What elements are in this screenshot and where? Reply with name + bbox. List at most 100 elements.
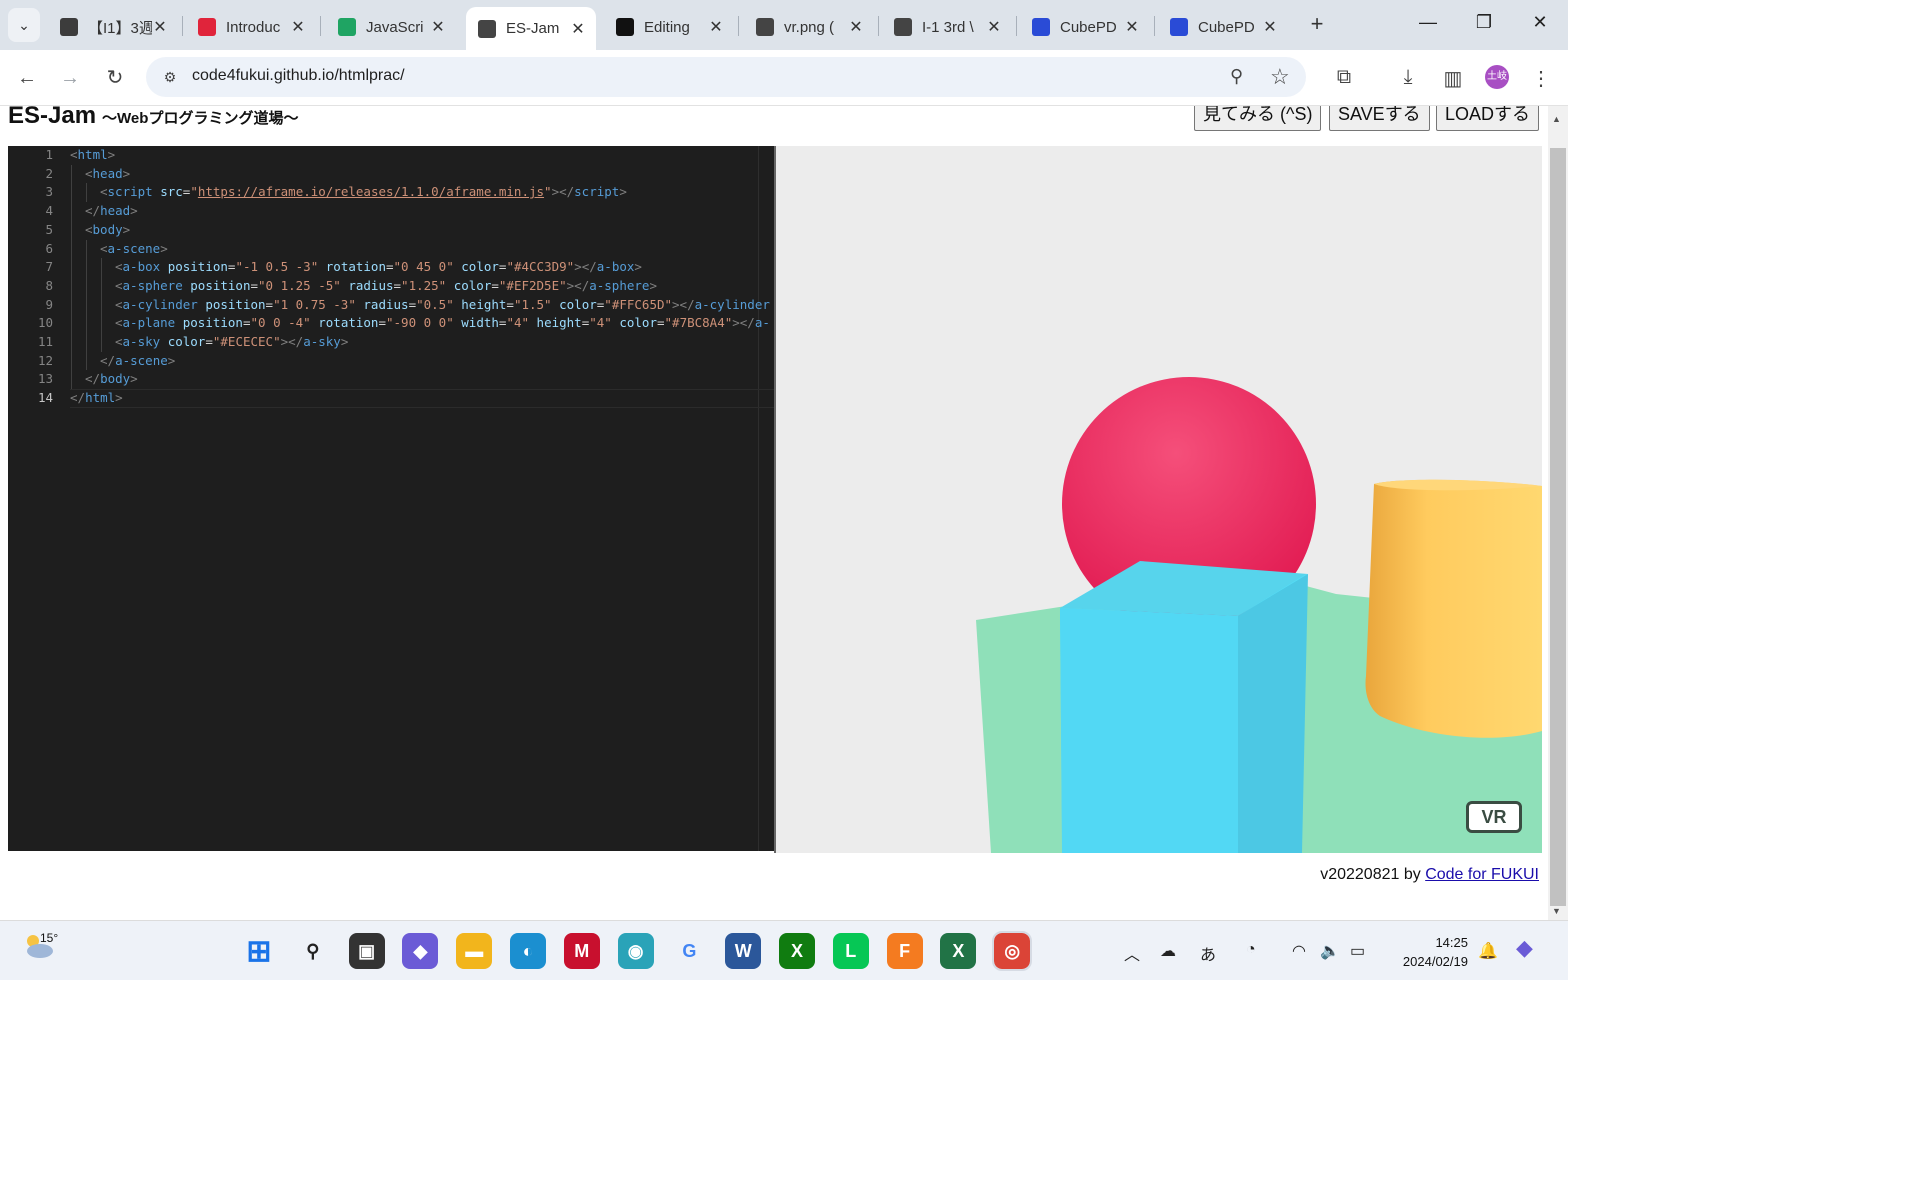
browser-tab[interactable]: CubePD ✕ <box>1020 7 1150 47</box>
code-editor[interactable]: 1 <html> 2 <head> 3 <script src="https://afra… <box>8 146 774 851</box>
battery-icon[interactable]: ▭ <box>1350 941 1365 961</box>
browser-tab[interactable]: JavaScri ✕ <box>326 7 456 47</box>
code-token: </ <box>85 203 101 219</box>
code-line[interactable]: 9 <a-cylinder position="1 0.75 -3" radius… <box>8 296 774 315</box>
wifi-icon[interactable]: ◠ <box>1292 941 1306 961</box>
extensions-icon[interactable]: ⧉ <box>1331 66 1357 89</box>
code-token: ></ <box>551 184 575 200</box>
browser-tab[interactable]: vr.png (✕ <box>744 7 874 47</box>
word-icon[interactable]: W <box>725 933 762 969</box>
tab-close-icon[interactable]: ✕ <box>1124 17 1140 37</box>
tab-close-icon[interactable]: ✕ <box>570 19 586 39</box>
scroll-thumb[interactable] <box>1550 148 1566 906</box>
code-line[interactable]: 1 <html> <box>8 146 774 165</box>
load-button[interactable]: LOADする <box>1436 106 1540 131</box>
view-button[interactable]: 見てみる (^S) <box>1194 106 1322 131</box>
code-text: <a-box position="-1 0.5 -3" rotation="0 … <box>115 258 642 277</box>
back-icon[interactable]: ← <box>13 64 41 92</box>
browser-tab[interactable]: CubePD ✕ <box>1158 7 1288 47</box>
code-line[interactable]: 2 <head> <box>8 165 774 184</box>
vr-preview[interactable]: VR <box>776 146 1542 853</box>
browser-tab[interactable]: I-1 3rd \ ✕ <box>882 7 1012 47</box>
tab-close-icon[interactable]: ✕ <box>152 17 168 37</box>
restore-icon[interactable]: ❐ <box>1464 12 1504 33</box>
onedrive-icon[interactable]: ☁ <box>1160 941 1176 961</box>
browser-tab[interactable]: 【I1】3週 ✕ <box>48 7 178 47</box>
reload-icon[interactable]: ↻ <box>101 64 129 92</box>
weather-widget[interactable]: 15° <box>24 931 58 966</box>
footer-link[interactable]: Code for FUKUI <box>1425 866 1539 883</box>
code-token: position <box>190 277 251 293</box>
code-line[interactable]: 11 <a-sky color="#ECECEC"></a-sky> <box>8 333 774 352</box>
browser-tab[interactable]: ES-Jam ✕ <box>466 7 596 50</box>
copilot-icon[interactable]: ◆ <box>402 933 439 969</box>
file-explorer-icon[interactable]: ▬ <box>456 933 493 969</box>
code-line[interactable]: 7 <a-box position="-1 0.5 -3" rotation="0… <box>8 258 774 277</box>
google-icon[interactable]: G <box>671 933 707 969</box>
code-token: = <box>506 296 514 312</box>
code-token: < <box>100 184 108 200</box>
profile-avatar[interactable]: 土岐 <box>1485 65 1509 89</box>
code-line[interactable]: 13 </body> <box>8 370 774 389</box>
page-scrollbar[interactable]: ▲ ▼ <box>1548 106 1568 920</box>
line-number: 12 <box>37 352 53 368</box>
forward-icon[interactable]: → <box>56 64 84 92</box>
code-token: > <box>160 240 168 256</box>
code-token: ></ <box>732 315 755 331</box>
line-number: 11 <box>37 334 53 349</box>
task-view-icon[interactable]: ▣ <box>348 933 385 969</box>
browser-tab[interactable]: Introduc ✕ <box>186 7 316 47</box>
code-line[interactable]: 14 </html> <box>8 389 774 408</box>
code-line[interactable]: 12 </a-scene> <box>8 352 774 371</box>
fusion-icon[interactable]: F <box>886 933 923 969</box>
new-tab-button[interactable]: + <box>1304 12 1330 38</box>
url-text[interactable]: code4fukui.github.io/htmlprac/ <box>192 67 405 85</box>
address-bar[interactable]: ⚙ code4fukui.github.io/htmlprac/ ⚲ ☆ <box>146 57 1306 97</box>
chrome-icon[interactable]: ◎ <box>992 931 1033 971</box>
code-line[interactable]: 6 <a-scene> <box>8 240 774 259</box>
tab-close-icon[interactable]: ✕ <box>986 17 1002 37</box>
code-line[interactable]: 3 <script src="https://aframe.io/releases… <box>8 183 774 202</box>
tab-close-icon[interactable]: ✕ <box>708 17 724 37</box>
code-line[interactable]: 8 <a-sphere position="0 1.25 -5" radius="… <box>8 277 774 296</box>
tab-close-icon[interactable]: ✕ <box>1262 17 1278 37</box>
tray-overflow-icon[interactable]: ︿ <box>1124 941 1140 965</box>
edge-icon[interactable]: ◐ <box>510 933 546 969</box>
excel-icon[interactable]: X <box>940 933 977 969</box>
tab-search-button[interactable]: ⌄ <box>8 8 40 42</box>
browser-tab[interactable]: Editing ✕ <box>604 7 734 47</box>
code-line[interactable]: 4 </head> <box>8 202 774 221</box>
scroll-down-icon[interactable]: ▼ <box>1552 906 1561 916</box>
vr-mode-button[interactable]: VR <box>1466 801 1522 833</box>
tab-close-icon[interactable]: ✕ <box>290 17 306 37</box>
code-line[interactable]: 5 <body> <box>8 221 774 240</box>
scroll-up-icon[interactable]: ▲ <box>1552 114 1561 124</box>
search-icon[interactable]: ⚲ <box>295 933 331 969</box>
save-button[interactable]: SAVEする <box>1329 106 1430 131</box>
remote-icon[interactable]: ◉ <box>617 933 654 969</box>
close-window-icon[interactable]: ✕ <box>1520 12 1560 33</box>
ime-indicator[interactable]: あ <box>1200 941 1216 965</box>
side-panel-icon[interactable]: ▥ <box>1440 66 1466 91</box>
site-info-icon[interactable]: ⚙ <box>160 67 180 87</box>
volume-icon[interactable]: 🔈 <box>1320 941 1340 961</box>
start-icon[interactable]: ⊞ <box>241 933 277 969</box>
download-icon[interactable]: ⤓ <box>1395 66 1421 89</box>
tab-close-icon[interactable]: ✕ <box>430 17 446 37</box>
notification-bell-icon[interactable]: 🔔 <box>1478 941 1498 961</box>
copilot-tray-icon[interactable]: ◆ <box>1516 935 1533 961</box>
focus-icon[interactable]: ◔ <box>1246 941 1256 959</box>
system-clock[interactable]: 14:25 2024/02/19 <box>1390 933 1468 971</box>
line-icon[interactable]: L <box>832 933 869 969</box>
code-line[interactable]: 10 <a-plane position="0 0 -4" rotation="-… <box>8 314 774 333</box>
tab-close-icon[interactable]: ✕ <box>848 17 864 37</box>
minimize-icon[interactable]: — <box>1408 12 1448 33</box>
xbox-icon[interactable]: X <box>779 933 815 969</box>
code-token: "1 0.75 -3" <box>273 296 356 312</box>
zoom-icon[interactable]: ⚲ <box>1230 66 1243 87</box>
more-menu-icon[interactable]: ⋮ <box>1528 66 1554 91</box>
code-token: color <box>461 259 499 275</box>
bookmark-star-icon[interactable]: ☆ <box>1270 64 1290 90</box>
code-token: = <box>265 296 274 312</box>
mcafee-icon[interactable]: M <box>563 933 600 969</box>
